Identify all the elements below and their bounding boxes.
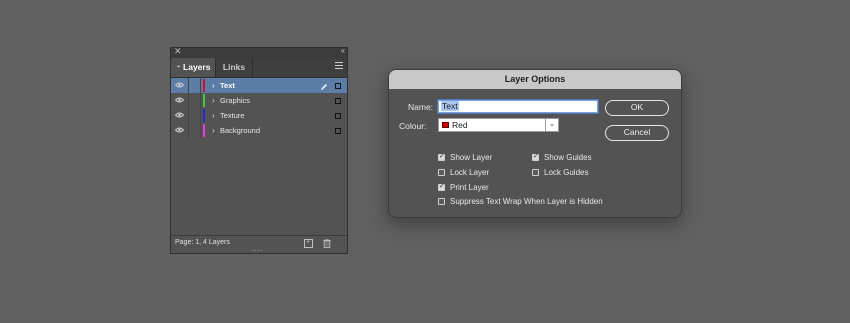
layer-row-text[interactable]: › Text	[171, 78, 347, 93]
colour-swatch	[442, 122, 449, 128]
expand-chevron-icon[interactable]: ›	[212, 93, 215, 108]
tab-links-label: Links	[222, 62, 246, 72]
layer-name: Background	[220, 126, 261, 135]
layer-color-bar	[203, 124, 205, 137]
close-icon[interactable]: ✕	[174, 46, 182, 57]
layer-color-bar	[203, 109, 205, 122]
layer-selection-square[interactable]	[335, 83, 341, 89]
colour-dropdown[interactable]: Red ⌄	[438, 118, 559, 132]
tab-layers[interactable]: ⌃ Layers	[171, 58, 215, 77]
layer-row-graphics[interactable]: › Graphics	[171, 93, 347, 108]
layer-name: Graphics	[220, 96, 251, 105]
colour-label: Colour:	[399, 121, 427, 131]
layer-selection-square[interactable]	[335, 113, 341, 119]
panel-title-bar[interactable]: ✕ ‹‹	[171, 46, 347, 58]
dialog-title: Layer Options	[389, 70, 681, 89]
checkbox-label: Lock Layer	[450, 168, 490, 177]
layer-name: Texture	[220, 111, 245, 120]
ok-button[interactable]: OK	[605, 100, 669, 116]
new-layer-icon[interactable]	[304, 234, 313, 251]
checkbox-box[interactable]	[532, 152, 539, 162]
layer-selection-square[interactable]	[335, 98, 341, 104]
resize-grip-icon[interactable]: ▪▪▪▪	[252, 248, 263, 254]
layer-selection-square[interactable]	[335, 128, 341, 134]
checkbox-label: Show Guides	[544, 153, 592, 162]
tab-layers-label: Layers	[183, 62, 211, 72]
checkbox-label: Lock Guides	[544, 168, 589, 177]
visibility-eye-icon[interactable]	[175, 82, 184, 88]
name-input-value: Text	[441, 101, 459, 111]
layer-row-texture[interactable]: › Texture	[171, 108, 347, 123]
layer-row-background[interactable]: › Background	[171, 123, 347, 138]
visibility-eye-icon[interactable]	[175, 97, 184, 103]
expand-chevron-icon[interactable]: ›	[212, 78, 215, 93]
tab-caret-icon: ⌃	[176, 66, 182, 72]
checkbox-box[interactable]	[438, 198, 445, 205]
tab-links[interactable]: Links	[215, 58, 253, 77]
cancel-button[interactable]: Cancel	[605, 125, 669, 141]
panel-tabs: ⌃ Layers Links	[171, 58, 347, 78]
colour-value: Red	[452, 120, 468, 130]
layers-panel: ✕ ‹‹ ⌃ Layers Links › Text › Graphics › T…	[170, 46, 348, 255]
trash-icon[interactable]	[323, 238, 331, 255]
layer-options-dialog: Layer Options Name: Text Colour: Red ⌄ O…	[388, 69, 682, 218]
chevron-down-icon[interactable]: ⌄	[545, 119, 558, 131]
page-layer-count: Page: 1, 4 Layers	[175, 239, 230, 246]
layer-name: Text	[220, 81, 235, 90]
checkbox-label: Print Layer	[450, 183, 489, 192]
checkbox-box[interactable]	[438, 152, 445, 162]
checkbox-box[interactable]	[532, 169, 539, 176]
visibility-eye-icon[interactable]	[175, 112, 184, 118]
expand-chevron-icon[interactable]: ›	[212, 108, 215, 123]
expand-chevron-icon[interactable]: ›	[212, 123, 215, 138]
checkbox-box[interactable]	[438, 182, 445, 192]
layer-color-bar	[203, 94, 205, 107]
checkbox-label: Suppress Text Wrap When Layer is Hidden	[450, 197, 603, 206]
visibility-eye-icon[interactable]	[175, 127, 184, 133]
checkbox-label: Show Layer	[450, 153, 493, 162]
layer-color-bar	[203, 79, 205, 92]
name-label: Name:	[408, 102, 434, 112]
panel-menu-icon[interactable]	[335, 62, 343, 71]
checkbox-box[interactable]	[438, 169, 445, 176]
name-input[interactable]: Text	[438, 100, 598, 113]
collapse-icon[interactable]: ‹‹	[341, 46, 345, 55]
